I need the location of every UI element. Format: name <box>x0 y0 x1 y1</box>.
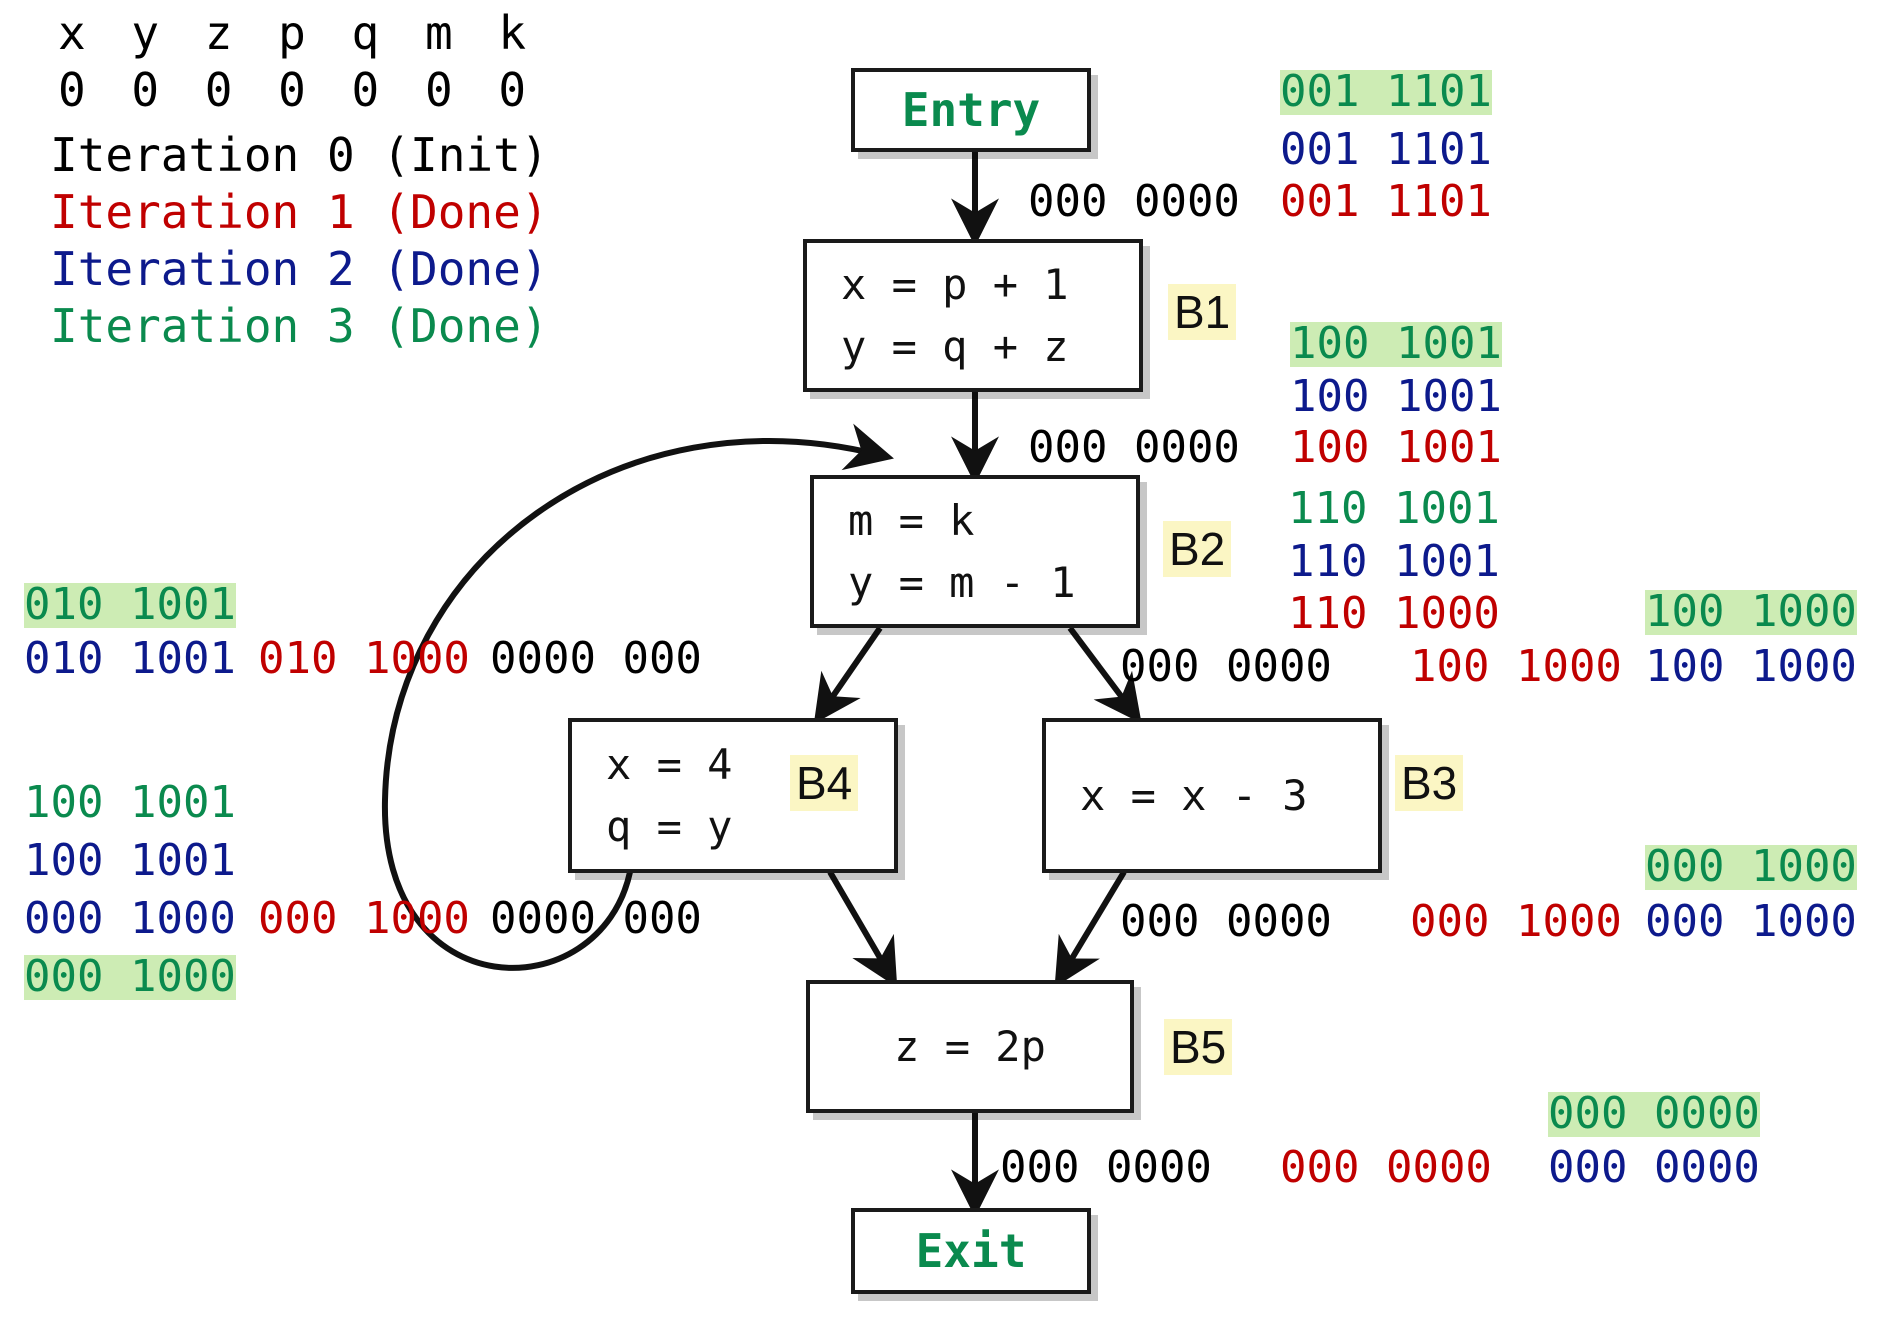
dfval-b4-in-blue: 010 1001 <box>24 633 236 684</box>
legend-iteration-2: Iteration 2 (Done) <box>50 242 549 296</box>
dfval-entry-out-blue: 001 1101 <box>1280 124 1492 175</box>
cfg-node-b5-line-0: z = 2p <box>894 1021 1046 1071</box>
dfval-b4-out-red: 000 1000 <box>258 893 470 944</box>
dfval-b1-in-black: 000 0000 <box>1028 176 1240 227</box>
cfg-node-entry[interactable]: Entry <box>851 68 1091 152</box>
cfg-node-exit[interactable]: Exit <box>851 1208 1091 1294</box>
dfval-b2-out-green: 110 1001 <box>1288 483 1500 534</box>
dfval-b3-in-red: 100 1000 <box>1410 641 1622 692</box>
dfval-b3-in-green: 100 1000 <box>1645 586 1857 637</box>
cfg-node-b2[interactable]: m = k y = m - 1 <box>810 475 1140 628</box>
dfval-b3-out-green: 000 1000 <box>1645 841 1857 892</box>
dfval-b4-in-red: 010 1000 <box>258 633 470 684</box>
dfval-b3-out-black: 000 0000 <box>1120 896 1332 947</box>
dfval-b4-out-green: 000 1000 <box>24 951 236 1002</box>
edge-b2-b4 <box>813 626 883 724</box>
dfval-b2-out-red: 110 1000 <box>1288 588 1500 639</box>
legend-iteration-3: Iteration 3 (Done) <box>50 299 549 353</box>
cfg-node-b3[interactable]: x = x - 3 <box>1042 718 1382 873</box>
cfg-node-b1-name: B1 <box>1168 284 1237 341</box>
cfg-node-b3-line-0: x = x - 3 <box>1080 770 1308 820</box>
legend-iteration-1: Iteration 1 (Done) <box>50 185 549 239</box>
cfg-node-b1-line-0: x = p + 1 <box>841 259 1069 309</box>
edge-b3-b5 <box>1054 870 1127 988</box>
cfg-node-b3-name: B3 <box>1395 755 1464 812</box>
cfg-node-exit-label: Exit <box>915 1224 1027 1278</box>
dfval-b4-out-blue-top: 100 1001 <box>24 835 236 886</box>
dfval-entry-out-red: 001 1101 <box>1280 176 1492 227</box>
edge-b4-b5 <box>827 870 898 988</box>
cfg-node-b4-name: B4 <box>790 755 859 812</box>
dfval-b3-in-black: 000 0000 <box>1120 641 1332 692</box>
legend-iteration-0: Iteration 0 (Init) <box>50 128 549 182</box>
dfval-b4-out-green-top: 100 1001 <box>24 777 236 828</box>
dfval-b2-out-blue: 110 1001 <box>1288 536 1500 587</box>
dfval-b1-out-blue: 100 1001 <box>1290 371 1502 422</box>
dfval-b4-in-green: 010 1001 <box>24 579 236 630</box>
dfval-b3-out-red: 000 1000 <box>1410 896 1622 947</box>
legend-variable-names: x y z p q m k <box>58 6 536 60</box>
edge-b4-b2-backedge <box>381 423 894 971</box>
cfg-node-b2-name: B2 <box>1163 521 1232 578</box>
cfg-node-b5-name: B5 <box>1164 1019 1233 1076</box>
dfval-b3-out-blue: 000 1000 <box>1645 896 1857 947</box>
cfg-node-b1[interactable]: x = p + 1 y = q + z <box>803 239 1143 392</box>
cfg-node-b2-line-0: m = k <box>848 495 975 545</box>
dfval-b5-out-green: 000 0000 <box>1548 1088 1760 1139</box>
cfg-node-b1-line-1: y = q + z <box>841 321 1069 371</box>
cfg-node-b5[interactable]: z = 2p <box>806 980 1134 1113</box>
dataflow-cfg-diagram: x y z p q m k 0 0 0 0 0 0 0 Iteration 0 … <box>0 0 1878 1318</box>
dfval-b2-in-black: 000 0000 <box>1028 422 1240 473</box>
dfval-b5-out-red: 000 0000 <box>1280 1142 1492 1193</box>
dfval-b4-out-blue: 000 1000 <box>24 893 236 944</box>
dfval-b5-out-black: 000 0000 <box>1000 1142 1212 1193</box>
dfval-b1-out-red: 100 1001 <box>1290 422 1502 473</box>
dfval-b3-in-blue: 100 1000 <box>1645 641 1857 692</box>
legend-initial-bits: 0 0 0 0 0 0 0 <box>58 63 536 117</box>
dfval-b4-out-black: 0000 000 <box>490 893 702 944</box>
dfval-b1-out-green: 100 1001 <box>1290 318 1502 369</box>
dfval-b4-in-black: 0000 000 <box>490 633 702 684</box>
cfg-node-entry-label: Entry <box>901 83 1041 137</box>
cfg-node-b2-line-1: y = m - 1 <box>848 557 1076 607</box>
dfval-b5-out-blue: 000 0000 <box>1548 1142 1760 1193</box>
dfval-entry-out-green: 001 1101 <box>1280 66 1492 117</box>
